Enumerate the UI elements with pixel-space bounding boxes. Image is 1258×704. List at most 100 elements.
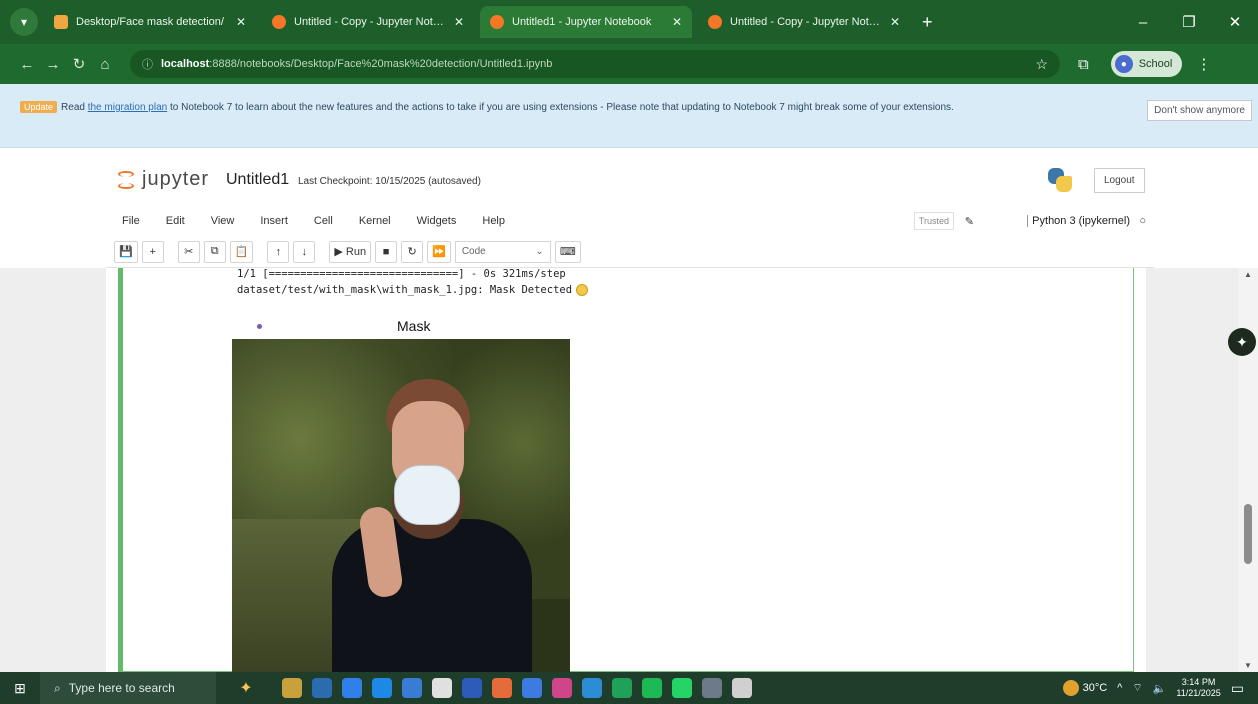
logout-button[interactable]: Logout [1094, 168, 1145, 193]
taskbar-app-icon[interactable] [282, 678, 302, 698]
taskbar-app-icon[interactable] [492, 678, 512, 698]
extensions-icon[interactable]: ⧉ [1078, 56, 1089, 73]
side-assistant-icon[interactable]: ✦ [1228, 328, 1256, 356]
notebook-toolbar: 💾 + ✂ ⧉ 📋 ↑ ↓ ▶ Run ■ ↻ ⏩ Code ⌄ ⌨ [106, 236, 1154, 268]
profile-button[interactable]: ● School [1110, 51, 1183, 77]
progress-output: 1/1 [==============================] - 0… [237, 268, 566, 280]
tab-close-icon[interactable]: ✕ [672, 15, 682, 29]
move-down-icon[interactable]: ↓ [293, 240, 316, 263]
kernel-name[interactable]: Python 3 (ipykernel) [1027, 215, 1130, 227]
forward-icon[interactable]: → [40, 56, 66, 73]
taskbar-app-icon[interactable] [612, 678, 632, 698]
banner-text-before: Read [61, 102, 88, 113]
address-bar-row: ← → ↻ ⌂ ⓘ localhost:8888/notebooks/Deskt… [0, 44, 1258, 84]
browser-tab-4[interactable]: Untitled - Copy - Jupyter Notebook ✕ [698, 6, 910, 38]
browser-tab-1[interactable]: Desktop/Face mask detection/ ✕ [44, 6, 256, 38]
tab-title: Untitled1 - Jupyter Notebook [512, 16, 652, 28]
edit-pencil-icon[interactable]: ✎ [965, 215, 974, 228]
jupyter-favicon-icon [272, 15, 286, 29]
taskbar-app-icon[interactable] [522, 678, 542, 698]
jupyter-favicon-icon [708, 15, 722, 29]
dont-show-anymore-button[interactable]: Don't show anymore [1147, 100, 1252, 121]
show-hidden-icons-icon[interactable]: ^ [1117, 682, 1122, 694]
taskbar-app-icon[interactable] [402, 678, 422, 698]
menu-view[interactable]: View [211, 215, 235, 227]
tab-close-icon[interactable]: ✕ [890, 15, 900, 29]
home-icon[interactable]: ⌂ [92, 56, 118, 73]
browser-menu-icon[interactable]: ⋮ [1196, 55, 1211, 73]
masked-person-image [232, 339, 570, 673]
scroll-down-icon[interactable]: ▼ [1244, 661, 1252, 670]
insert-cell-icon[interactable]: + [141, 240, 164, 263]
taskbar-search[interactable]: ⌕ Type here to search [40, 672, 216, 704]
migration-plan-link[interactable]: the migration plan [88, 102, 168, 113]
url-field[interactable]: ⓘ localhost:8888/notebooks/Desktop/Face%… [130, 50, 1060, 78]
search-icon: ⌕ [54, 680, 61, 695]
cell-type-select[interactable]: Code ⌄ [454, 240, 551, 263]
move-up-icon[interactable]: ↑ [267, 240, 290, 263]
run-button[interactable]: ▶ Run [329, 240, 372, 263]
taskbar-app-icon[interactable] [732, 678, 752, 698]
menu-widgets[interactable]: Widgets [417, 215, 457, 227]
scroll-up-icon[interactable]: ▲ [1244, 270, 1252, 279]
taskbar-app-icon[interactable] [552, 678, 572, 698]
weather-widget[interactable]: 30°C [1062, 680, 1107, 696]
copy-icon[interactable]: ⧉ [203, 240, 226, 263]
minimize-icon[interactable]: – [1120, 14, 1166, 31]
clock[interactable]: 3:14 PM 11/21/2025 [1176, 677, 1220, 699]
banner-text-after: to Notebook 7 to learn about the new fea… [167, 102, 954, 113]
taskbar-app-icon[interactable] [642, 678, 662, 698]
taskbar-app-icon[interactable] [432, 678, 452, 698]
command-palette-icon[interactable]: ⌨ [554, 240, 581, 263]
browser-tab-2[interactable]: Untitled - Copy - Jupyter Notebook ✕ [262, 6, 474, 38]
menu-cell[interactable]: Cell [314, 215, 333, 227]
restart-icon[interactable]: ↻ [401, 240, 424, 263]
tab-title: Desktop/Face mask detection/ [76, 16, 224, 28]
trusted-indicator[interactable]: Trusted [913, 212, 954, 230]
taskbar-app-icon[interactable] [342, 678, 362, 698]
cell-type-value: Code [461, 246, 486, 257]
taskbar-app-icon[interactable] [672, 678, 692, 698]
scrollbar-thumb[interactable] [1244, 504, 1252, 564]
taskbar-app-icon[interactable] [462, 678, 482, 698]
migration-banner: Update Read the migration plan to Noteboo… [0, 84, 1258, 148]
notebook-name[interactable]: Untitled1 [226, 171, 289, 189]
back-icon[interactable]: ← [14, 56, 40, 73]
notebook-menubar: File Edit View Insert Cell Kernel Widget… [106, 206, 1154, 236]
site-info-icon[interactable]: ⓘ [142, 56, 153, 72]
maximize-icon[interactable]: ❐ [1166, 13, 1212, 31]
paste-icon[interactable]: 📋 [229, 240, 254, 263]
menu-edit[interactable]: Edit [166, 215, 185, 227]
restart-run-all-icon[interactable]: ⏩ [427, 240, 451, 263]
cut-icon[interactable]: ✂ [177, 240, 200, 263]
reload-icon[interactable]: ↻ [66, 55, 92, 73]
tab-close-icon[interactable]: ✕ [236, 15, 246, 29]
jupyter-favicon-icon [490, 15, 504, 29]
jupyter-logo[interactable]: jupyter [116, 168, 209, 191]
taskbar-app-icon[interactable] [312, 678, 332, 698]
copilot-sparkle-icon[interactable]: ✦ [216, 678, 276, 698]
detection-text: dataset/test/with_mask\with_mask_1.jpg: … [237, 284, 573, 296]
tab-close-icon[interactable]: ✕ [454, 15, 464, 29]
save-icon[interactable]: 💾 [114, 240, 138, 263]
jupyter-header: jupyter Untitled1 Last Checkpoint: 10/15… [0, 148, 1258, 206]
tab-search-icon[interactable]: ▾ [10, 8, 38, 36]
new-tab-icon[interactable]: + [922, 12, 933, 33]
network-icon[interactable]: ⌔ [1132, 681, 1142, 695]
volume-icon[interactable]: 🔈 [1153, 682, 1167, 695]
notifications-icon[interactable]: ▭ [1231, 680, 1244, 697]
close-window-icon[interactable]: ✕ [1212, 13, 1258, 31]
taskbar-app-icon[interactable] [372, 678, 392, 698]
bookmark-star-icon[interactable]: ☆ [1035, 56, 1048, 73]
taskbar-app-icon[interactable] [582, 678, 602, 698]
menu-file[interactable]: File [122, 215, 140, 227]
menu-kernel[interactable]: Kernel [359, 215, 391, 227]
taskbar-app-icon[interactable] [702, 678, 722, 698]
update-badge: Update [20, 101, 58, 113]
menu-help[interactable]: Help [482, 215, 505, 227]
windows-start-icon[interactable]: ⊞ [0, 680, 40, 697]
window-controls: – ❐ ✕ [1120, 0, 1258, 44]
menu-insert[interactable]: Insert [260, 215, 288, 227]
browser-tab-3-active[interactable]: Untitled1 - Jupyter Notebook ✕ [480, 6, 692, 38]
interrupt-icon[interactable]: ■ [375, 240, 398, 263]
